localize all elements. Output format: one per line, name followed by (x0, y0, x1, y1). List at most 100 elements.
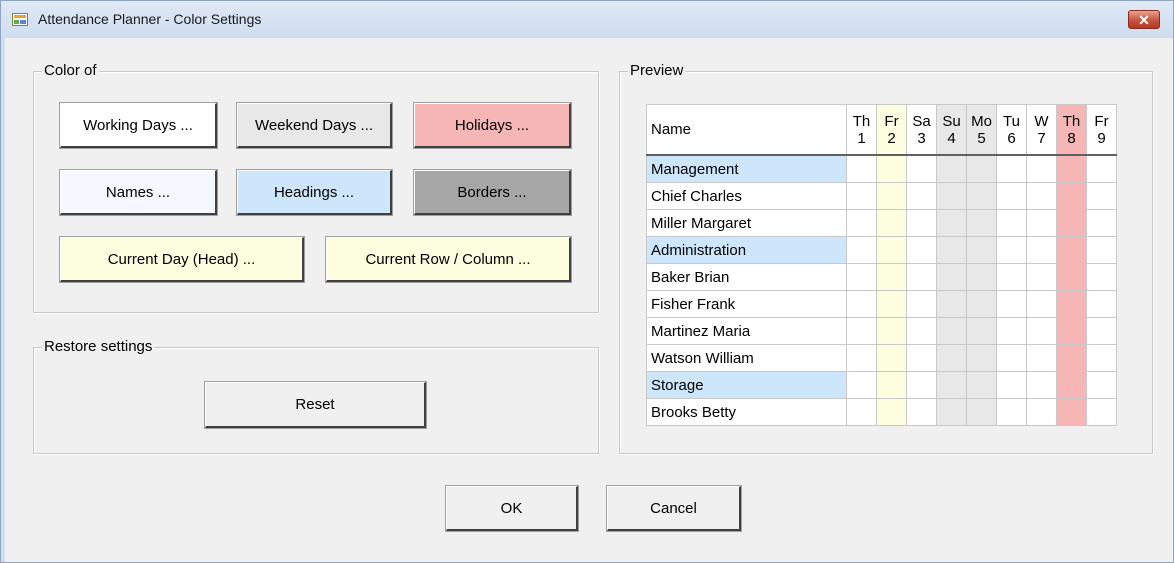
day-cell (876, 398, 907, 426)
name-column-header: Name (646, 104, 847, 156)
day-cell (996, 182, 1027, 210)
day-header-5: Mo 5 (966, 104, 997, 156)
day-cell (966, 236, 997, 264)
day-cell (996, 398, 1027, 426)
day-cell (906, 154, 937, 183)
day-cell (1086, 263, 1117, 291)
preview-table: Name Th 1 Fr 2 Sa 3 Su 4 Mo 5 Tu 6 W 7 Th 8 Fr 9 Manageme… (646, 104, 1117, 426)
day-cell (936, 398, 967, 426)
reset-button[interactable]: Reset (204, 381, 427, 429)
day-cell (1026, 398, 1057, 426)
close-icon[interactable]: ✕ (1128, 10, 1160, 29)
table-row: Management (646, 154, 1117, 183)
day-number: 2 (887, 129, 896, 147)
day-number: 3 (917, 129, 926, 147)
restore-settings-legend: Restore settings (42, 338, 155, 355)
department-name-cell: Storage (646, 371, 847, 399)
day-cell (1026, 182, 1057, 210)
day-header-3: Sa 3 (906, 104, 937, 156)
day-cell (1026, 154, 1057, 183)
day-cell (1086, 317, 1117, 345)
day-cell (966, 398, 997, 426)
day-cell (876, 371, 907, 399)
day-cell (846, 290, 877, 318)
day-cell (936, 154, 967, 183)
day-cell (876, 290, 907, 318)
employee-name-cell: Baker Brian (646, 263, 847, 291)
day-cell (876, 154, 907, 183)
window-frame-left (1, 38, 5, 562)
day-cell (906, 182, 937, 210)
cancel-button[interactable]: Cancel (606, 485, 742, 532)
holidays-button[interactable]: Holidays ... (413, 102, 572, 149)
day-cell (1026, 344, 1057, 372)
names-button[interactable]: Names ... (59, 169, 218, 216)
day-cell (966, 263, 997, 291)
day-cell (1026, 263, 1057, 291)
preview-header-row: Name Th 1 Fr 2 Sa 3 Su 4 Mo 5 Tu 6 W 7 Th 8 Fr 9 (646, 104, 1117, 156)
day-header-1: Th 1 (846, 104, 877, 156)
day-cell (1026, 290, 1057, 318)
department-name-cell: Administration (646, 236, 847, 264)
day-cell (1056, 290, 1087, 318)
day-cell (996, 371, 1027, 399)
employee-name-cell: Miller Margaret (646, 209, 847, 237)
table-row: Martinez Maria (646, 317, 1117, 345)
borders-button[interactable]: Borders ... (413, 169, 572, 216)
day-cell (846, 209, 877, 237)
weekend-days-button[interactable]: Weekend Days ... (236, 102, 393, 149)
day-cell (1086, 290, 1117, 318)
day-cell (1026, 209, 1057, 237)
day-of-week: Tu (1003, 112, 1020, 130)
table-row: Miller Margaret (646, 209, 1117, 237)
day-cell (1056, 317, 1087, 345)
day-of-week: Th (852, 112, 871, 130)
day-of-week: Th (1062, 112, 1081, 130)
day-cell (846, 154, 877, 183)
employee-name-cell: Watson William (646, 344, 847, 372)
day-cell (1056, 263, 1087, 291)
day-cell (1086, 236, 1117, 264)
current-day-head-button[interactable]: Current Day (Head) ... (59, 236, 305, 283)
day-of-week: Fr (1094, 112, 1109, 130)
day-cell (906, 398, 937, 426)
day-header-6: Tu 6 (996, 104, 1027, 156)
ok-button[interactable]: OK (445, 485, 579, 532)
day-cell (846, 263, 877, 291)
day-cell (906, 263, 937, 291)
day-cell (1086, 344, 1117, 372)
table-row: Brooks Betty (646, 398, 1117, 426)
day-cell (966, 290, 997, 318)
day-cell (1026, 317, 1057, 345)
day-number: 7 (1037, 129, 1046, 147)
day-header-9: Fr 9 (1086, 104, 1117, 156)
day-cell (1086, 182, 1117, 210)
day-cell (1056, 398, 1087, 426)
app-icon (12, 13, 28, 26)
day-cell (906, 209, 937, 237)
current-row-column-button[interactable]: Current Row / Column ... (325, 236, 572, 283)
day-cell (876, 263, 907, 291)
day-cell (846, 371, 877, 399)
color-settings-dialog: Attendance Planner - Color Settings ✕ Co… (0, 0, 1174, 563)
day-cell (936, 344, 967, 372)
day-cell (996, 344, 1027, 372)
day-cell (996, 263, 1027, 291)
headings-button[interactable]: Headings ... (236, 169, 393, 216)
day-of-week: Su (942, 112, 961, 130)
table-row: Storage (646, 371, 1117, 399)
day-cell (846, 182, 877, 210)
day-number: 6 (1007, 129, 1016, 147)
working-days-button[interactable]: Working Days ... (59, 102, 218, 149)
day-cell (936, 290, 967, 318)
day-cell (936, 209, 967, 237)
day-cell (1086, 371, 1117, 399)
day-cell (996, 209, 1027, 237)
day-cell (876, 317, 907, 345)
day-header-4: Su 4 (936, 104, 967, 156)
day-of-week: Mo (971, 112, 992, 130)
employee-name-cell: Fisher Frank (646, 290, 847, 318)
department-name-cell: Management (646, 154, 847, 183)
day-cell (936, 263, 967, 291)
employee-name-cell: Brooks Betty (646, 398, 847, 426)
